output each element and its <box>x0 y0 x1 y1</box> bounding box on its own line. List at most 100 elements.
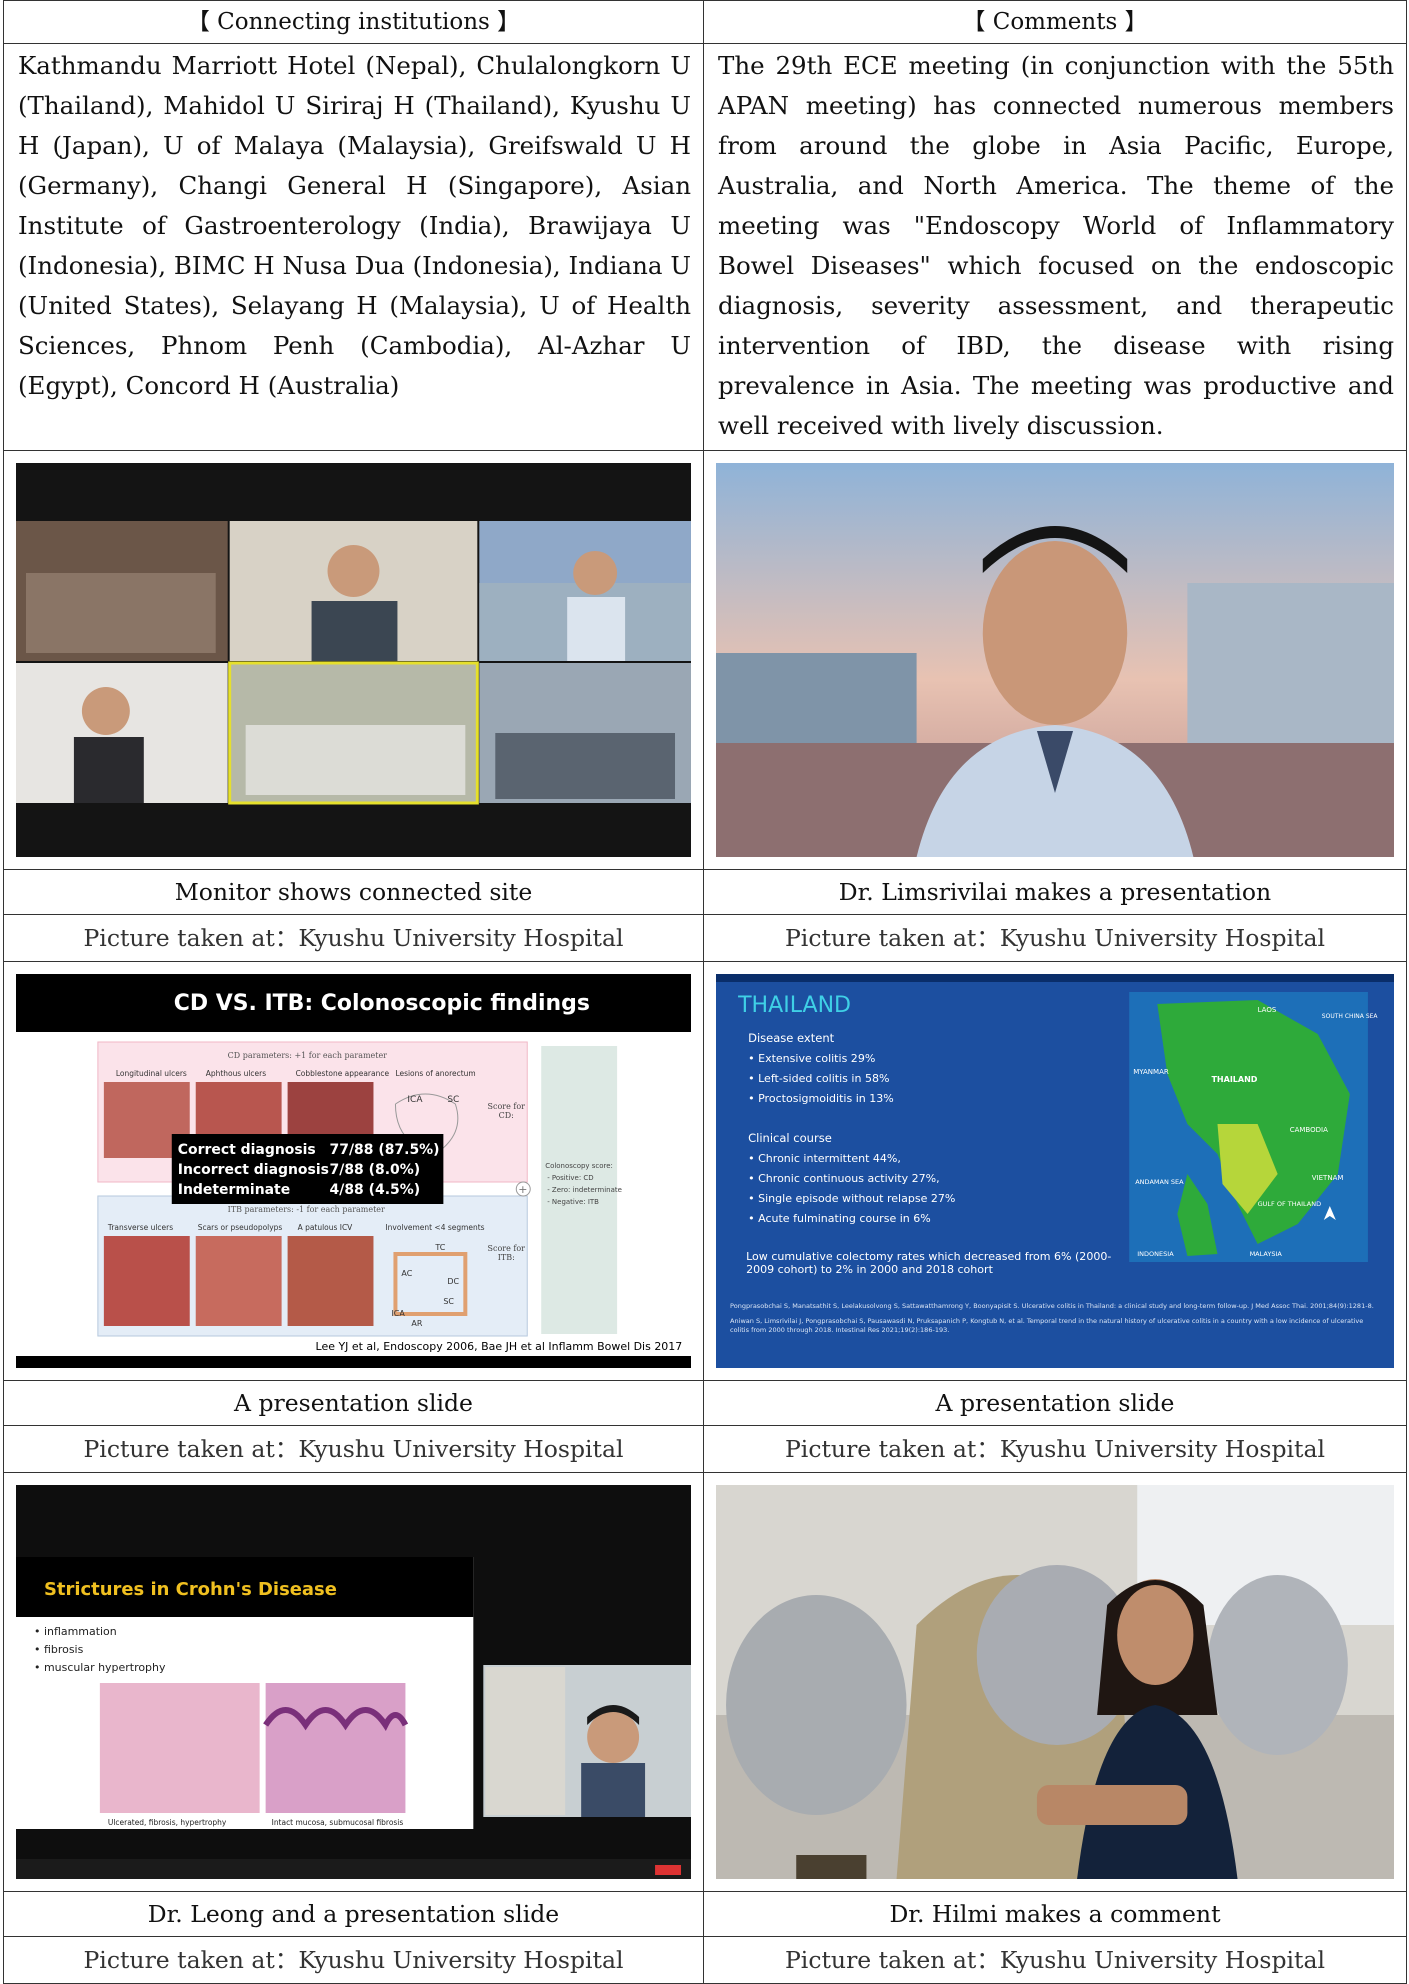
thailand-title: THAILAND <box>737 993 851 1018</box>
cd-itb-reference: Lee YJ et al, Endoscopy 2006, Bae JH et … <box>316 1340 683 1353</box>
crohn-title: Strictures in Crohn's Disease <box>44 1579 337 1600</box>
result-incorrect-label: Incorrect diagnosis <box>178 1162 329 1178</box>
crohn-img-caption-2: Intact mucosa, submucosal fibrosis <box>272 1818 404 1827</box>
colonoscopy-score-pos: - Positive: CD <box>547 1174 593 1182</box>
leong-slide-photo: Strictures in Crohn's Disease • inflamma… <box>16 1485 691 1879</box>
score-cd-fo: Score for CD: <box>487 1102 525 1120</box>
colonoscopy-score-neg: - Negative: ITB <box>547 1198 599 1206</box>
crohn-img-caption-1: Ulcerated, fibrosis, hypertrophy <box>108 1818 227 1827</box>
map-malaysia: MALAYSIA <box>1250 1250 1283 1258</box>
crohn-bullet-2: • fibrosis <box>34 1643 84 1656</box>
itb-col-4: Involvement <4 segments <box>385 1223 484 1232</box>
course-heading: Clinical course <box>748 1131 832 1145</box>
course-item-3: • Single episode without relapse 27% <box>748 1192 955 1205</box>
seg-sc-2: SC <box>443 1297 454 1306</box>
limsrivilai-presentation-photo <box>716 463 1394 857</box>
photo-cell-thailand-slide: THAILAND Disease extent • Extensive coli… <box>703 961 1407 1381</box>
colectomy-fo: Low cumulative colectomy rates which dec… <box>746 1250 1112 1276</box>
itb-col-3: A patulous ICV <box>298 1223 354 1232</box>
source-2: Picture taken at：Kyushu University Hospi… <box>703 914 1407 962</box>
caption-3: A presentation slide <box>3 1380 704 1426</box>
itb-params-label: ITB parameters: -1 for each parameter <box>228 1205 385 1214</box>
map-gulf: GULF OF THAILAND <box>1258 1200 1322 1208</box>
map-south-china-sea: SOUTH CHINA SEA <box>1322 1013 1379 1020</box>
presenter-image <box>716 463 1394 857</box>
thailand-ref-2: Aniwan S, Limsrivilai J, Pongprasobchai … <box>730 1317 1364 1334</box>
seg-ar: AR <box>411 1319 422 1328</box>
photo-cell-videoconference <box>3 450 704 870</box>
colonoscopy-score-title: Colonoscopy score: <box>545 1162 613 1170</box>
videoconference-monitor-photo <box>16 463 691 857</box>
score-itb-fo: Score for ITB: <box>487 1244 525 1262</box>
map-thailand: THAILAND <box>1211 1075 1257 1084</box>
thailand-slide-graphic: THAILAND Disease extent • Extensive coli… <box>716 974 1394 1368</box>
hilmi-comment-photo <box>716 1485 1394 1879</box>
cd-col-1: Longitudinal ulcers <box>116 1069 187 1078</box>
seg-ac: AC <box>401 1269 412 1278</box>
cd-params-label: CD parameters: +1 for each parameter <box>228 1051 387 1060</box>
result-incorrect-value: 7/88 (8.0%) <box>330 1162 421 1178</box>
report-table: 【 Connecting institutions 】 【 Comments 】… <box>3 0 1407 1984</box>
caption-2: Dr. Limsrivilai makes a presentation <box>703 869 1407 915</box>
photo-cell-hilmi <box>703 1472 1407 1892</box>
source-5: Picture taken at：Kyushu University Hospi… <box>3 1936 704 1984</box>
seg-ica-1: ICA <box>407 1095 423 1105</box>
map-andaman: ANDAMAN SEA <box>1135 1178 1184 1186</box>
cd-itb-title: CD VS. ITB: Colonoscopic findings <box>174 991 590 1016</box>
hilmi-image <box>716 1485 1394 1879</box>
seg-tc: TC <box>434 1243 445 1252</box>
caption-1: Monitor shows connected site <box>3 869 704 915</box>
seg-sc-1: SC <box>447 1095 459 1105</box>
extent-heading: Disease extent <box>748 1031 835 1045</box>
course-item-4: • Acute fulminating course in 6% <box>748 1212 931 1225</box>
photo-cell-cd-itb-slide: CD VS. ITB: Colonoscopic findings CD par… <box>3 961 704 1381</box>
map-cambodia: CAMBODIA <box>1290 1125 1328 1134</box>
comments-header: 【 Comments 】 <box>703 0 1407 44</box>
thailand-refs-fo: Pongprasobchai S, Manatsathit S, Leelaku… <box>730 1302 1374 1334</box>
photo-cell-leong: Strictures in Crohn's Disease • inflamma… <box>3 1472 704 1892</box>
itb-col-1: Transverse ulcers <box>107 1223 173 1232</box>
cd-col-3: Cobblestone appearance <box>296 1069 390 1078</box>
cd-itb-slide-graphic: CD VS. ITB: Colonoscopic findings CD par… <box>16 974 691 1368</box>
score-itb: Score for ITB: <box>487 1244 525 1262</box>
course-item-1: • Chronic intermittent 44%, <box>748 1152 901 1165</box>
institutions-header: 【 Connecting institutions 】 <box>3 0 704 44</box>
svg-text:+: + <box>518 1183 527 1196</box>
source-4: Picture taken at：Kyushu University Hospi… <box>703 1425 1407 1473</box>
thailand-ref-1: Pongprasobchai S, Manatsathit S, Leelaku… <box>730 1302 1374 1310</box>
colectomy-text: Low cumulative colectomy rates which dec… <box>746 1250 1112 1276</box>
crohn-bullet-1: • inflammation <box>34 1625 117 1638</box>
itb-col-2: Scars or pseudopolyps <box>198 1223 283 1232</box>
result-correct-value: 77/88 (87.5%) <box>330 1142 440 1158</box>
map-indonesia: INDONESIA <box>1137 1250 1174 1258</box>
caption-5: Dr. Leong and a presentation slide <box>3 1891 704 1937</box>
extent-item-1: • Extensive colitis 29% <box>748 1052 875 1065</box>
comments-text: The 29th ECE meeting (in conjunction wit… <box>703 43 1407 451</box>
result-indeterminate-label: Indeterminate <box>178 1182 290 1198</box>
caption-6: Dr. Hilmi makes a comment <box>703 1891 1407 1937</box>
crohn-screen-graphic: Strictures in Crohn's Disease • inflamma… <box>16 1485 691 1879</box>
extent-item-3: • Proctosigmoiditis in 13% <box>748 1092 894 1105</box>
seg-ica-2: ICA <box>391 1309 405 1318</box>
result-indeterminate-value: 4/88 (4.5%) <box>330 1182 421 1198</box>
cd-col-2: Aphthous ulcers <box>206 1069 266 1078</box>
thailand-slide: THAILAND Disease extent • Extensive coli… <box>716 974 1394 1368</box>
crohn-bullet-3: • muscular hypertrophy <box>34 1661 166 1674</box>
cd-col-4: Lesions of anorectum <box>395 1069 475 1078</box>
colonoscopy-score-zero: - Zero: indeterminate <box>547 1186 622 1194</box>
source-1: Picture taken at：Kyushu University Hospi… <box>3 914 704 962</box>
score-cd: Score for CD: <box>487 1102 525 1120</box>
source-3: Picture taken at：Kyushu University Hospi… <box>3 1425 704 1473</box>
caption-4: A presentation slide <box>703 1380 1407 1426</box>
map-myanmar: MYANMAR <box>1133 1067 1169 1076</box>
cd-itb-slide: CD VS. ITB: Colonoscopic findings CD par… <box>16 974 691 1368</box>
video-grid-image <box>16 463 691 857</box>
seg-dc: DC <box>447 1277 459 1286</box>
result-correct-label: Correct diagnosis <box>178 1142 316 1158</box>
source-6: Picture taken at：Kyushu University Hospi… <box>703 1936 1407 1984</box>
map-vietnam: VIETNAM <box>1312 1173 1344 1182</box>
photo-cell-limsrivilai <box>703 450 1407 870</box>
institutions-text: Kathmandu Marriott Hotel (Nepal), Chulal… <box>3 43 704 451</box>
extent-item-2: • Left-sided colitis in 58% <box>748 1072 889 1085</box>
course-item-2: • Chronic continuous activity 27%, <box>748 1172 940 1185</box>
